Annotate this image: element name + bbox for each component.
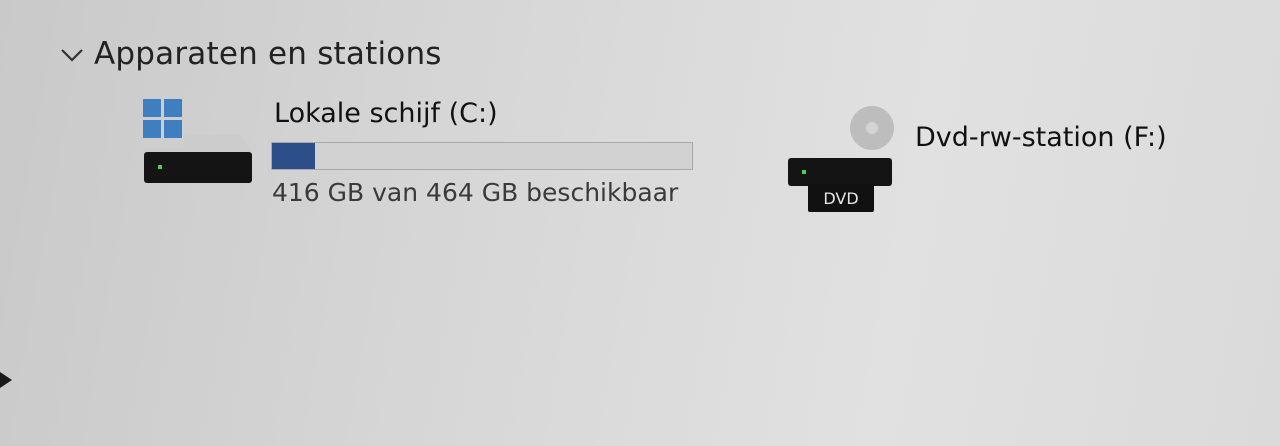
drive-c-usage-bar bbox=[271, 142, 693, 170]
drive-f-name: Dvd-rw-station (F:) bbox=[915, 122, 1167, 153]
mouse-pointer-icon bbox=[0, 372, 12, 388]
dvd-drive-icon: DVD bbox=[788, 106, 894, 212]
chevron-down-icon bbox=[61, 49, 83, 62]
drive-tile-c[interactable]: Lokale schijf (C:) 416 GB van 464 GB bes… bbox=[140, 96, 710, 216]
section-title: Apparaten en stations bbox=[94, 36, 442, 72]
drive-c-name: Lokale schijf (C:) bbox=[274, 98, 498, 129]
section-header-devices-and-drives[interactable]: Apparaten en stations bbox=[56, 32, 442, 76]
windows-drive-icon bbox=[143, 99, 252, 183]
dvd-badge-label: DVD bbox=[823, 189, 858, 208]
drive-c-free-space: 416 GB van 464 GB beschikbaar bbox=[272, 178, 679, 207]
drive-c-usage-fill bbox=[272, 143, 316, 169]
drive-tile-f[interactable]: DVD Dvd-rw-station (F:) bbox=[786, 100, 1206, 220]
